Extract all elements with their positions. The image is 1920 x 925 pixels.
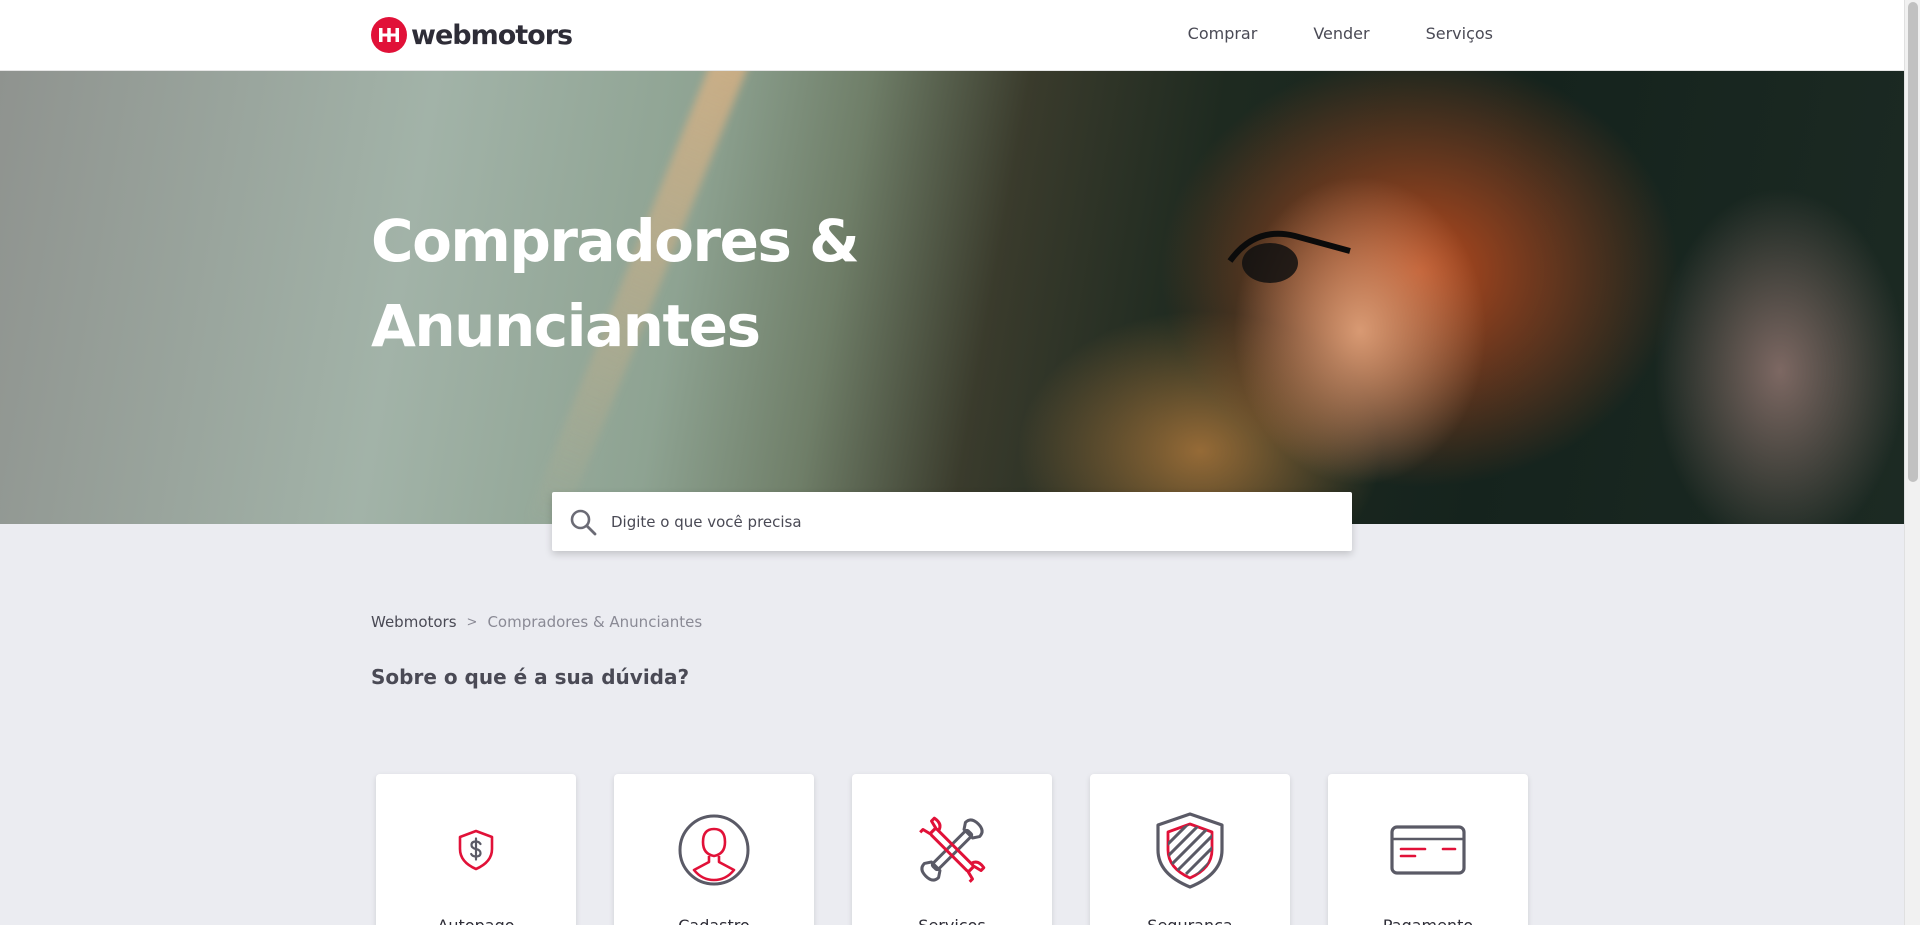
category-cards: Autopago Cadastro xyxy=(376,774,1528,925)
search-input[interactable] xyxy=(611,501,1311,542)
category-label: Cadastro xyxy=(678,916,750,925)
nav-item-servicos[interactable]: Serviços xyxy=(1426,24,1493,43)
webmotors-logo[interactable]: webmotors xyxy=(371,16,573,54)
hero-banner: Compradores & Anunciantes xyxy=(0,71,1904,524)
credit-card-icon xyxy=(1388,810,1468,890)
breadcrumb: Webmotors > Compradores & Anunciantes xyxy=(371,613,702,631)
main-nav: Comprar Vender Serviços xyxy=(1188,24,1493,43)
category-label: Autopago xyxy=(437,916,514,925)
section-title: Sobre o que é a sua dúvida? xyxy=(371,665,690,689)
category-label: Segurança xyxy=(1147,916,1232,925)
breadcrumb-item-webmotors[interactable]: Webmotors xyxy=(371,613,457,631)
category-card-cadastro[interactable]: Cadastro xyxy=(614,774,814,925)
nav-item-comprar[interactable]: Comprar xyxy=(1188,24,1258,43)
wrench-tools-icon xyxy=(912,810,992,890)
webmotors-logo-icon xyxy=(371,17,407,53)
shield-dollar-icon xyxy=(436,810,516,890)
category-card-autopago[interactable]: Autopago xyxy=(376,774,576,925)
category-card-seguranca[interactable]: Segurança xyxy=(1090,774,1290,925)
breadcrumb-separator: > xyxy=(466,614,478,630)
category-label: Pagamento xyxy=(1383,916,1473,925)
hero-image-sunglasses xyxy=(1227,230,1351,283)
logo-text: webmotors xyxy=(411,19,573,51)
nav-item-vender[interactable]: Vender xyxy=(1313,24,1369,43)
site-header: webmotors Comprar Vender Serviços xyxy=(0,0,1904,71)
category-label: Serviços xyxy=(918,916,985,925)
user-profile-icon xyxy=(674,810,754,890)
security-shield-icon xyxy=(1150,810,1230,890)
search-bar xyxy=(552,492,1352,551)
page-title: Compradores & Anunciantes xyxy=(371,207,860,360)
scrollbar-thumb[interactable] xyxy=(1908,2,1918,482)
category-card-servicos[interactable]: Serviços xyxy=(852,774,1052,925)
page-scrollbar[interactable] xyxy=(1904,0,1920,925)
category-card-pagamento[interactable]: Pagamento xyxy=(1328,774,1528,925)
breadcrumb-item-current: Compradores & Anunciantes xyxy=(487,613,703,631)
search-icon xyxy=(570,509,597,535)
